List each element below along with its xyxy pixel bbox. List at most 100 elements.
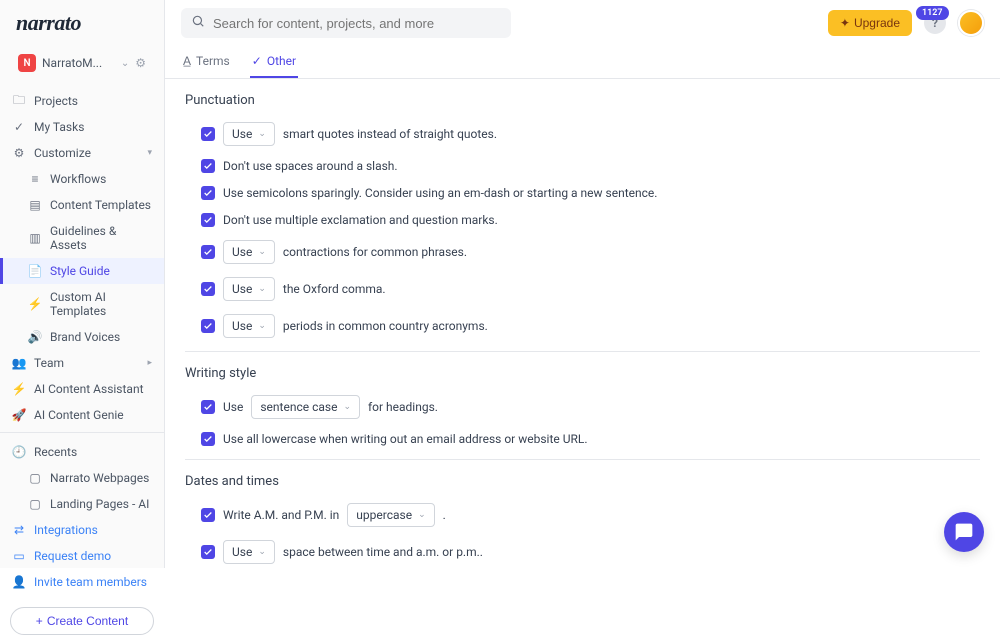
nav-label: Custom AI Templates [50, 290, 152, 318]
bolt-icon: ⚡ [12, 382, 26, 396]
rule-checkbox[interactable] [201, 186, 215, 200]
rule-row: Don't use multiple exclamation and quest… [185, 213, 980, 227]
dd-value: Use [232, 245, 252, 259]
nav-label: Guidelines & Assets [50, 224, 152, 252]
use-dropdown[interactable]: Use⌄ [223, 240, 275, 264]
use-dropdown[interactable]: Use⌄ [223, 122, 275, 146]
tab-terms[interactable]: A̲ Terms [181, 46, 232, 78]
rule-checkbox[interactable] [201, 545, 215, 559]
nav-ai-assistant[interactable]: ⚡ AI Content Assistant [0, 376, 164, 402]
rule-row: Use semicolons sparingly. Consider using… [185, 186, 980, 200]
nav-label: Style Guide [50, 264, 110, 278]
nav-ai-genie[interactable]: 🚀 AI Content Genie [0, 402, 164, 428]
rule-checkbox[interactable] [201, 319, 215, 333]
nav-label: Workflows [50, 172, 106, 186]
nav-recent-item[interactable]: ▢ Landing Pages - AI [0, 491, 164, 517]
chevron-down-icon: ⌄ [258, 547, 266, 557]
caret-icon: ▾ [147, 148, 152, 158]
rule-checkbox[interactable] [201, 245, 215, 259]
nav-brand-voices[interactable]: 🔊 Brand Voices [0, 324, 164, 350]
nav-label: Content Templates [50, 198, 151, 212]
notification-badge: 1127 [916, 6, 949, 20]
nav-recents[interactable]: 🕘 Recents [0, 439, 164, 465]
rule-row: Use⌄ space between time and a.m. or p.m.… [185, 540, 980, 564]
content-scroll[interactable]: Punctuation Use⌄ smart quotes instead of… [165, 79, 1000, 568]
nav-guidelines[interactable]: ▥ Guidelines & Assets [0, 218, 164, 258]
rule-text: . [443, 508, 446, 522]
nav-label: Landing Pages - AI [50, 497, 149, 511]
chevron-down-icon: ⌄ [121, 58, 129, 69]
rule-text: Don't use spaces around a slash. [223, 159, 398, 173]
rule-text: Use [223, 400, 243, 414]
monitor-icon: ▭ [12, 549, 26, 563]
notifications[interactable]: 1127 ? [924, 12, 946, 34]
rule-checkbox[interactable] [201, 127, 215, 141]
rule-text: Use all lowercase when writing out an em… [223, 432, 588, 446]
rule-row: Don't use spaces around a slash. [185, 159, 980, 173]
nav-label: Recents [34, 445, 77, 459]
section-title-writing: Writing style [185, 366, 980, 381]
tab-label: Other [267, 54, 296, 68]
section-title-punctuation: Punctuation [185, 93, 980, 108]
nav-label: AI Content Assistant [34, 382, 144, 396]
dd-value: Use [232, 545, 252, 559]
nav-label: Projects [34, 94, 78, 108]
rule-checkbox[interactable] [201, 432, 215, 446]
rule-text: the Oxford comma. [283, 282, 386, 296]
section-title-dates: Dates and times [185, 474, 980, 489]
nav-integrations[interactable]: ⇄ Integrations [0, 517, 164, 543]
upgrade-button[interactable]: ✦ Upgrade [828, 10, 912, 36]
voice-icon: 🔊 [28, 330, 42, 344]
chevron-down-icon: ⌄ [258, 321, 266, 331]
nav-label: Team [34, 356, 64, 370]
upgrade-label: Upgrade [854, 16, 900, 30]
nav-style-guide[interactable]: 📄 Style Guide [0, 258, 164, 284]
user-avatar[interactable] [958, 10, 984, 36]
chart-icon: ▥ [28, 231, 42, 245]
chat-support-button[interactable] [944, 512, 984, 552]
rule-checkbox[interactable] [201, 159, 215, 173]
tabs: A̲ Terms ✓ Other [165, 46, 1000, 79]
create-label: Create Content [47, 614, 128, 628]
use-dropdown[interactable]: Use⌄ [223, 277, 275, 301]
nav-my-tasks[interactable]: ✓ My Tasks [0, 114, 164, 140]
nav-customize[interactable]: ⚙ Customize ▾ [0, 140, 164, 166]
template-icon: ▤ [28, 198, 42, 212]
team-icon: 👥 [12, 356, 26, 370]
chevron-down-icon: ⌄ [343, 402, 351, 412]
caret-icon: ▸ [147, 358, 152, 368]
rule-checkbox[interactable] [201, 282, 215, 296]
workspace-switcher[interactable]: N NarratoM... ⌄ ⚙ [6, 46, 158, 80]
rule-row: Write A.M. and P.M. in uppercase⌄ . [185, 503, 980, 527]
case-dropdown[interactable]: sentence case⌄ [251, 395, 360, 419]
nav-team[interactable]: 👥 Team ▸ [0, 350, 164, 376]
rule-text: periods in common country acronyms. [283, 319, 488, 333]
document-icon: 📄 [28, 264, 42, 278]
terms-icon: A̲ [183, 54, 191, 68]
clock-icon: 🕘 [12, 445, 26, 459]
nav-custom-ai[interactable]: ⚡ Custom AI Templates [0, 284, 164, 324]
nav-content-templates[interactable]: ▤ Content Templates [0, 192, 164, 218]
folder-icon: 🗀 [12, 94, 26, 108]
rule-checkbox[interactable] [201, 213, 215, 227]
nav-label: My Tasks [34, 120, 84, 134]
search-box[interactable] [181, 8, 511, 38]
nav-recent-item[interactable]: ▢ Narrato Webpages [0, 465, 164, 491]
gear-icon[interactable]: ⚙ [135, 56, 146, 70]
rule-checkbox[interactable] [201, 400, 215, 414]
tab-other[interactable]: ✓ Other [250, 46, 298, 78]
create-content-button[interactable]: + Create Content [10, 607, 154, 635]
rule-row: Use⌄ the Oxford comma. [185, 277, 980, 301]
page-icon: ▢ [28, 497, 42, 511]
nav-workflows[interactable]: ≡ Workflows [0, 166, 164, 192]
nav-request-demo[interactable]: ▭ Request demo [0, 543, 164, 569]
search-input[interactable] [213, 16, 501, 31]
nav-invite[interactable]: 👤 Invite team members [0, 569, 164, 595]
check-icon: ✓ [252, 54, 262, 68]
use-dropdown[interactable]: Use⌄ [223, 314, 275, 338]
rule-checkbox[interactable] [201, 508, 215, 522]
nav-projects[interactable]: 🗀 Projects [0, 88, 164, 114]
topbar: ✦ Upgrade 1127 ? [165, 0, 1000, 46]
case-dropdown[interactable]: uppercase⌄ [347, 503, 434, 527]
use-dropdown[interactable]: Use ⌄ [223, 540, 275, 564]
